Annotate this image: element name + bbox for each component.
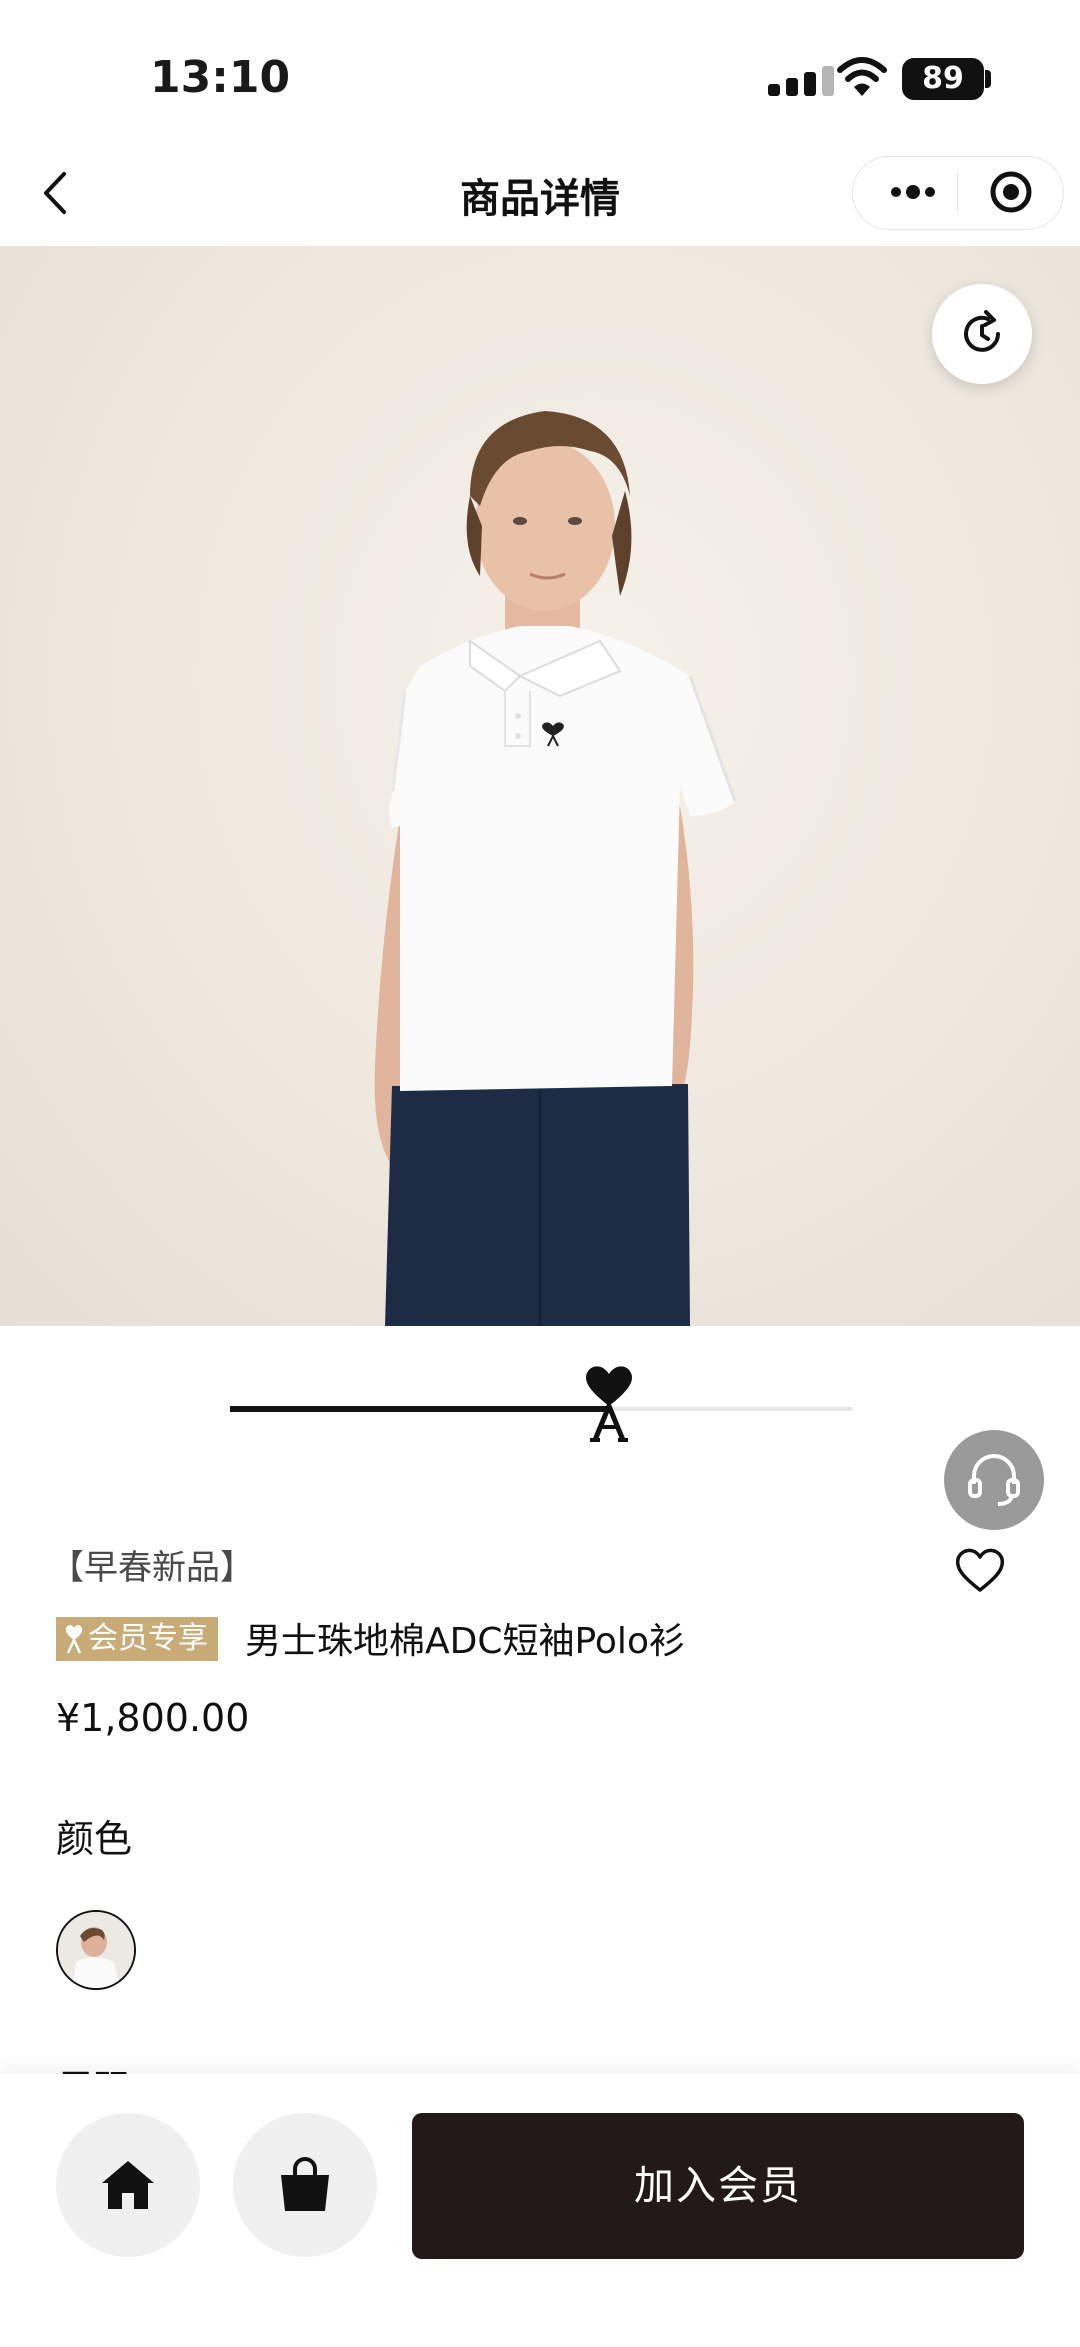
wifi-icon xyxy=(837,57,887,96)
color-swatch-white[interactable] xyxy=(56,1910,136,1990)
rotate-view-button[interactable] xyxy=(932,284,1032,384)
product-title: 男士珠地棉ADC短袖Polo衫 xyxy=(245,1621,685,1662)
rotate-icon xyxy=(964,310,1000,352)
gallery-progress-fill xyxy=(230,1406,609,1412)
status-time: 13:10 xyxy=(150,52,291,103)
model-illustration xyxy=(374,411,737,1326)
product-image[interactable] xyxy=(0,246,1080,1326)
home-button[interactable] xyxy=(56,2113,200,2257)
shopping-bag-icon xyxy=(281,2157,329,2211)
member-badge-label: 会员专享 xyxy=(88,1621,208,1656)
customer-service-button[interactable] xyxy=(944,1430,1044,1530)
product-tag: 【早春新品】 xyxy=(50,1548,254,1588)
swatch-thumbnail xyxy=(58,1912,134,1988)
shopping-bag-button[interactable] xyxy=(233,2113,377,2257)
battery-indicator: 89 xyxy=(902,58,984,100)
ami-badge-icon xyxy=(65,1625,83,1654)
close-target-icon[interactable] xyxy=(968,160,1054,224)
heart-icon[interactable] xyxy=(952,1544,1008,1596)
ami-heart-logo[interactable] xyxy=(581,1362,637,1444)
join-membership-button[interactable]: 加入会员 xyxy=(412,2113,1024,2259)
more-icon[interactable] xyxy=(870,160,956,224)
color-section-label: 颜色 xyxy=(56,1817,133,1861)
home-icon xyxy=(102,2161,154,2209)
member-exclusive-badge: 会员专享 xyxy=(56,1617,218,1661)
product-price: ¥1,800.00 xyxy=(56,1696,250,1740)
capsule-divider xyxy=(957,172,958,212)
customer-service-icon xyxy=(968,1454,1020,1506)
battery-tip xyxy=(985,70,991,88)
